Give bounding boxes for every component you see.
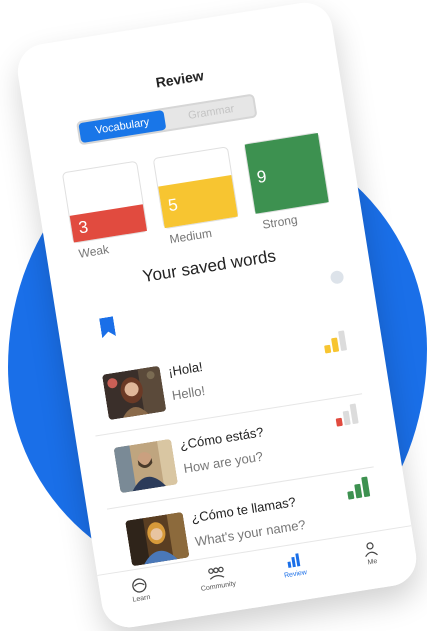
strength-fill-strong: 9 — [244, 132, 329, 214]
nav-me[interactable]: Me — [340, 536, 403, 570]
strength-card-weak[interactable]: 3 — [61, 160, 149, 244]
word-translation: How are you? — [182, 448, 265, 477]
review-icon — [287, 553, 301, 568]
tab-grammar[interactable]: Grammar — [167, 96, 255, 129]
strong-count: 9 — [255, 166, 268, 187]
indicator-dot — [329, 269, 345, 285]
weak-count: 3 — [77, 216, 90, 238]
nav-review[interactable]: Review — [263, 548, 326, 582]
phone-screen: Review Vocabulary Grammar 3 Weak 5 Mediu… — [13, 0, 421, 631]
strength-bars-icon — [333, 401, 360, 427]
nav-community[interactable]: Community — [186, 561, 249, 595]
phone-mockup: Review Vocabulary Grammar 3 Weak 5 Mediu… — [13, 0, 421, 631]
word-translation: Hello! — [170, 382, 207, 403]
word-video-thumbnail — [113, 438, 178, 494]
page-title: Review — [154, 67, 205, 91]
word-phrase: ¿Cómo estás? — [178, 424, 265, 453]
profile-icon — [365, 542, 378, 558]
nav-learn[interactable]: Learn — [108, 573, 171, 607]
bookmark-icon — [99, 316, 116, 338]
word-video-thumbnail — [101, 365, 167, 421]
strength-card-strong[interactable]: 9 — [243, 131, 330, 215]
strength-card-medium[interactable]: 5 — [152, 146, 239, 230]
saved-words-title: Your saved words — [141, 246, 278, 287]
tab-switcher: Vocabulary Grammar — [76, 93, 258, 146]
strength-bars-icon — [345, 474, 372, 500]
word-video-thumbnail — [125, 511, 190, 567]
tab-vocabulary[interactable]: Vocabulary — [78, 109, 167, 144]
learn-icon — [132, 578, 147, 593]
strength-bars-icon — [322, 328, 349, 354]
community-icon — [208, 566, 225, 580]
word-phrase: ¡Hola! — [167, 358, 204, 380]
strength-fill-medium: 5 — [158, 175, 238, 229]
medium-count: 5 — [166, 194, 180, 216]
